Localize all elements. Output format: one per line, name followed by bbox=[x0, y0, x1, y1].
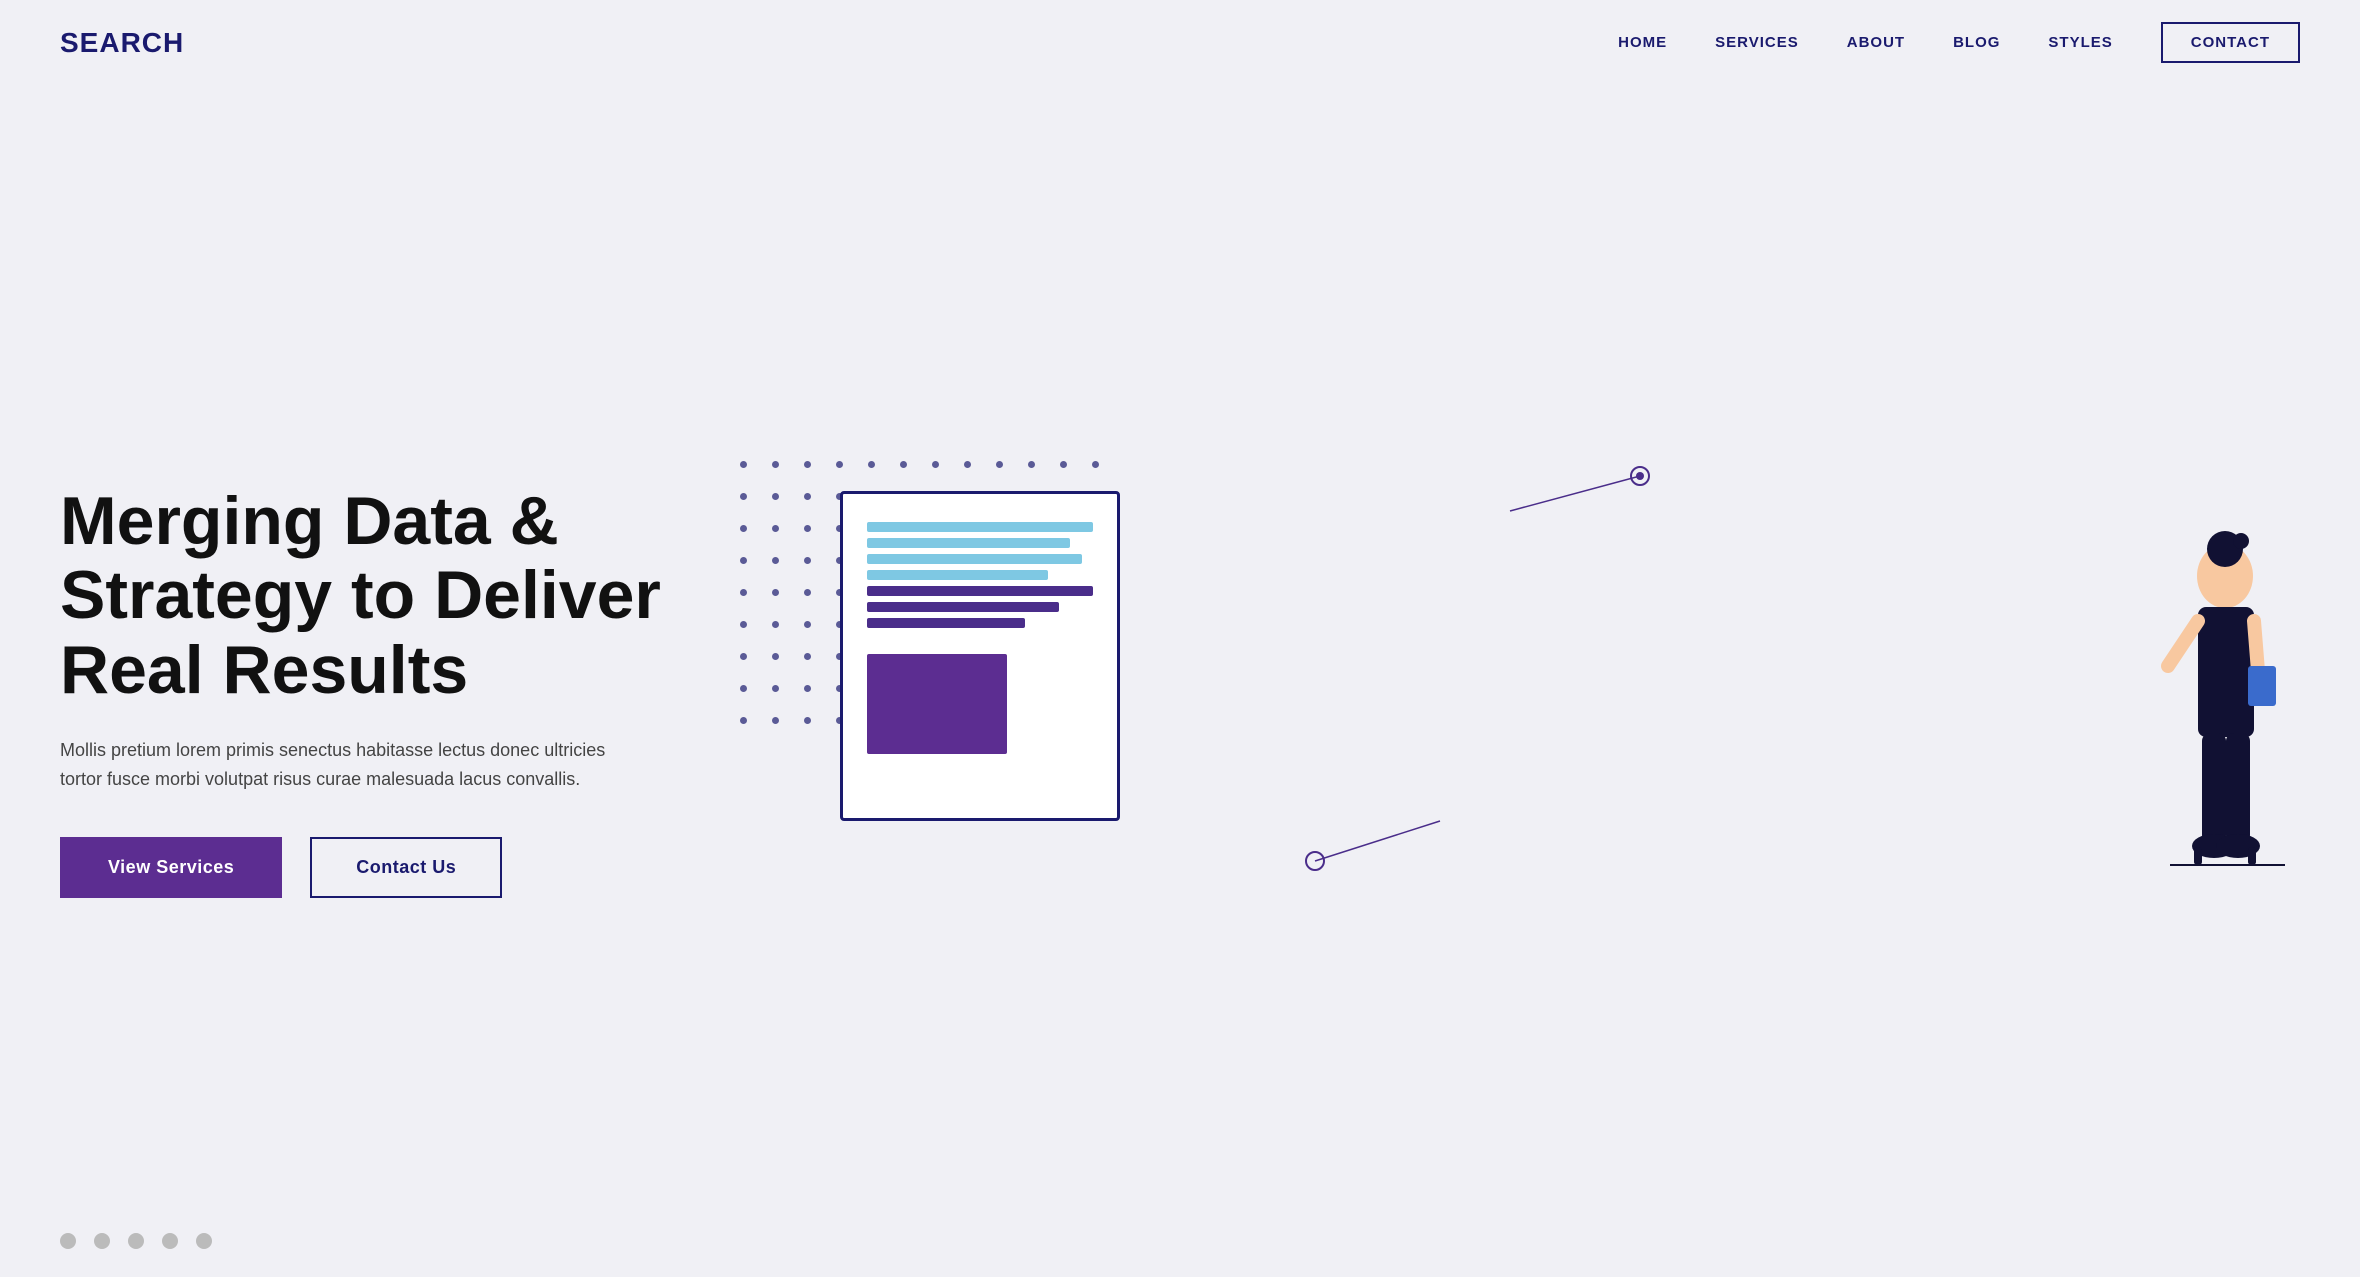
hero-buttons: View Services Contact Us bbox=[60, 837, 680, 898]
contact-us-button[interactable]: Contact Us bbox=[310, 837, 502, 898]
dot-decoration bbox=[1060, 461, 1067, 468]
page-dot-5[interactable] bbox=[196, 1233, 212, 1249]
hero-illustration: const dotGrid = document.querySelector('… bbox=[680, 431, 2300, 951]
pagination-dots bbox=[60, 1233, 212, 1249]
view-services-button[interactable]: View Services bbox=[60, 837, 282, 898]
dot-decoration bbox=[772, 717, 779, 724]
dot-decoration bbox=[804, 621, 811, 628]
hero-title: Merging Data & Strategy to Deliver Real … bbox=[60, 484, 680, 708]
page-dot-3[interactable] bbox=[128, 1233, 144, 1249]
page-dot-4[interactable] bbox=[162, 1233, 178, 1249]
nav-blog[interactable]: BLOG bbox=[1953, 34, 2000, 51]
nav-home[interactable]: HOME bbox=[1618, 34, 1667, 51]
dot-decoration bbox=[740, 621, 747, 628]
nav-about[interactable]: ABOUT bbox=[1847, 34, 1905, 51]
doc-line-3 bbox=[867, 554, 1082, 564]
dot-decoration bbox=[804, 653, 811, 660]
page-dot-1[interactable] bbox=[60, 1233, 76, 1249]
dot-decoration bbox=[740, 717, 747, 724]
dot-decoration bbox=[772, 685, 779, 692]
doc-line-6 bbox=[867, 602, 1059, 612]
person-figure bbox=[2110, 511, 2290, 931]
dot-decoration bbox=[1092, 461, 1099, 468]
hero-content: Merging Data & Strategy to Deliver Real … bbox=[60, 484, 680, 899]
dot-decoration bbox=[836, 461, 843, 468]
nav-services[interactable]: SERVICES bbox=[1715, 34, 1799, 51]
dot-decoration bbox=[804, 493, 811, 500]
dot-decoration bbox=[740, 461, 747, 468]
main-nav: HOME SERVICES ABOUT BLOG STYLES CONTACT bbox=[1618, 22, 2300, 63]
dot-decoration bbox=[772, 525, 779, 532]
dot-decoration bbox=[868, 461, 875, 468]
doc-line-5 bbox=[867, 586, 1093, 596]
doc-line-4 bbox=[867, 570, 1048, 580]
nav-contact-button[interactable]: CONTACT bbox=[2161, 22, 2300, 63]
document-card bbox=[840, 491, 1120, 821]
hero-description: Mollis pretium lorem primis senectus hab… bbox=[60, 736, 640, 794]
dot-decoration bbox=[804, 717, 811, 724]
dot-decoration bbox=[804, 461, 811, 468]
doc-lines-top bbox=[867, 522, 1093, 628]
dot-decoration bbox=[740, 685, 747, 692]
hero-section: Merging Data & Strategy to Deliver Real … bbox=[0, 85, 2360, 1277]
dot-decoration bbox=[932, 461, 939, 468]
dot-decoration bbox=[772, 621, 779, 628]
dot-decoration bbox=[900, 461, 907, 468]
dot-decoration bbox=[740, 653, 747, 660]
dot-decoration bbox=[964, 461, 971, 468]
site-logo[interactable]: SEARCH bbox=[60, 27, 184, 59]
dot-decoration bbox=[772, 653, 779, 660]
dot-decoration bbox=[740, 557, 747, 564]
dot-decoration bbox=[996, 461, 1003, 468]
page-dot-2[interactable] bbox=[94, 1233, 110, 1249]
nav-styles[interactable]: STYLES bbox=[2048, 34, 2112, 51]
dot-decoration bbox=[1028, 461, 1035, 468]
dot-decoration bbox=[772, 589, 779, 596]
doc-line-2 bbox=[867, 538, 1070, 548]
dot-decoration bbox=[772, 493, 779, 500]
site-header: SEARCH HOME SERVICES ABOUT BLOG STYLES C… bbox=[0, 0, 2360, 85]
dot-decoration bbox=[740, 589, 747, 596]
dot-decoration bbox=[740, 493, 747, 500]
doc-line-7 bbox=[867, 618, 1025, 628]
doc-line-1 bbox=[867, 522, 1093, 532]
dot-decoration bbox=[804, 589, 811, 596]
dot-decoration bbox=[804, 685, 811, 692]
dot-decoration bbox=[740, 525, 747, 532]
dot-decoration bbox=[772, 461, 779, 468]
dot-decoration bbox=[804, 557, 811, 564]
dot-decoration bbox=[772, 557, 779, 564]
doc-rectangle bbox=[867, 654, 1007, 754]
dot-decoration bbox=[804, 525, 811, 532]
